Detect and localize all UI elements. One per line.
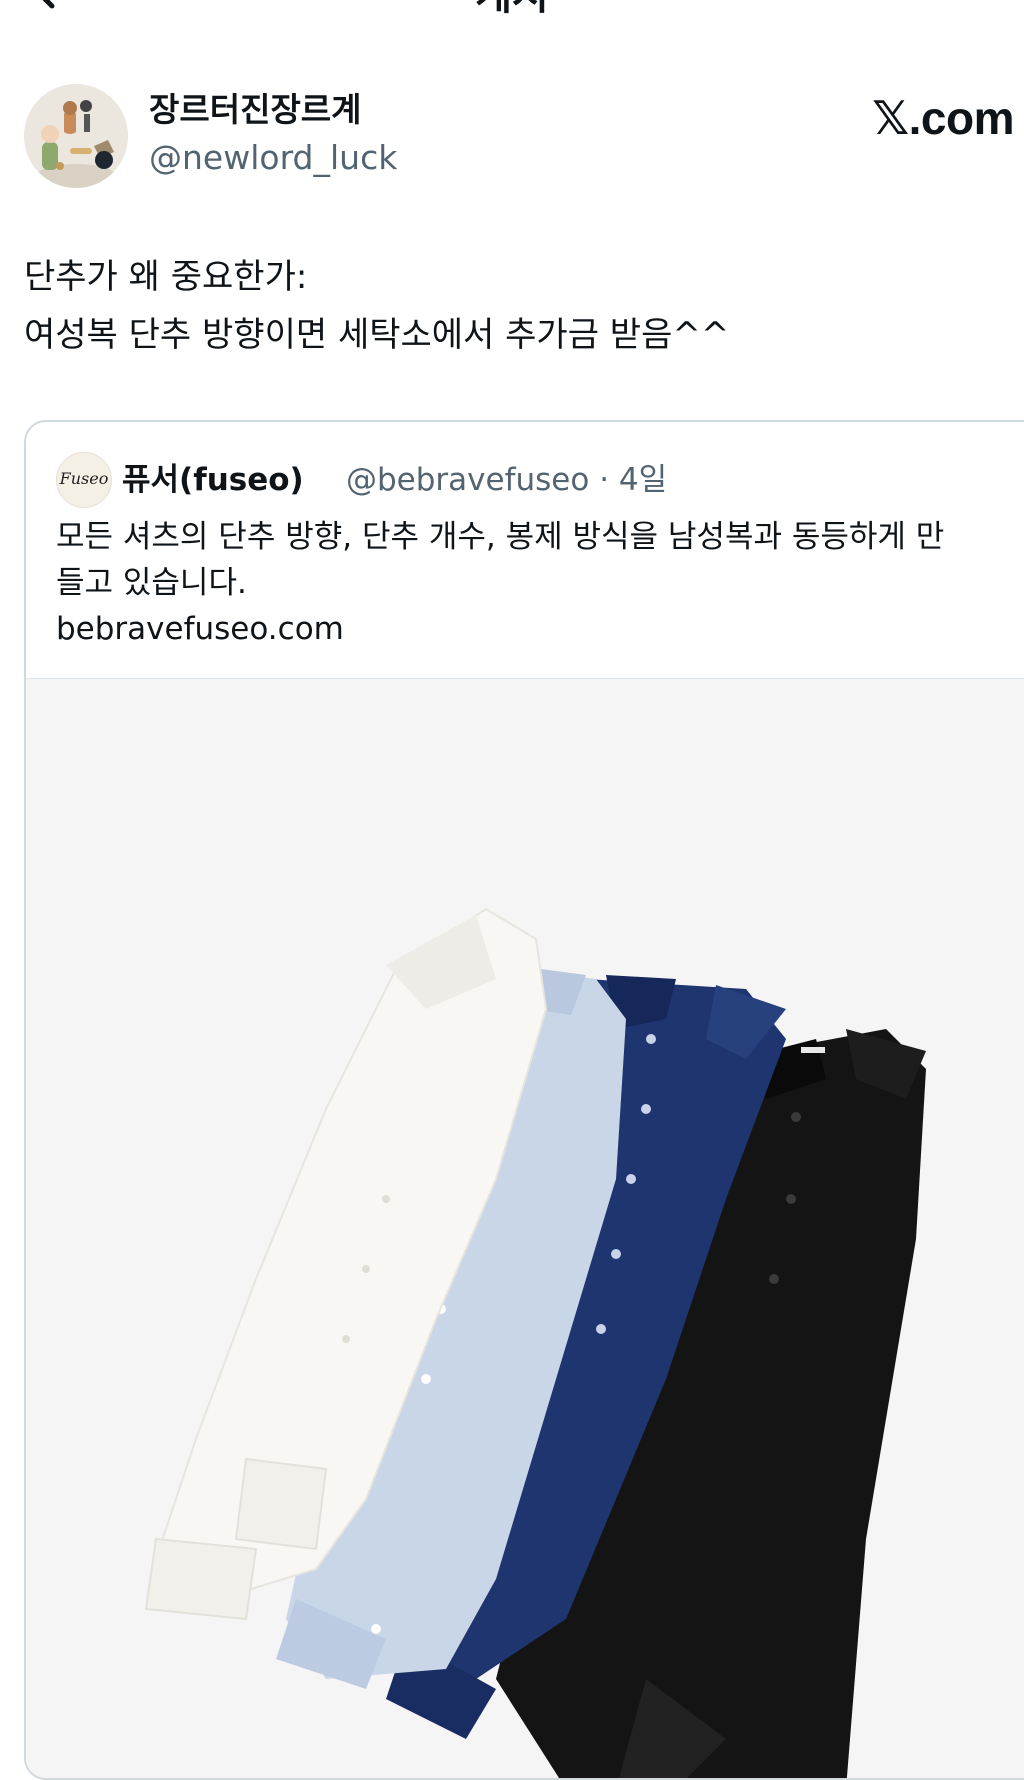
quoted-tweet-header: Fuseo 퓨서(fuseo) @bebravefuseo · 4일 (56, 452, 1024, 508)
author-display-name[interactable]: 장르터진장르계 (149, 88, 362, 132)
tweet-author: 장르터진장르계 @newlord_luck 𝕏.com (24, 84, 1014, 188)
fuseo-logo: Fuseo (59, 469, 109, 488)
tweet-line: 여성복 단추 방향이면 세탁소에서 추가금 받음^^ (24, 315, 730, 355)
tweet-line: 단추가 왜 중요한가: (24, 257, 308, 297)
quoted-line: 들고 있습니다. (56, 565, 247, 601)
page-title: 게시 (0, 0, 1024, 20)
quoted-tweet-card[interactable]: Fuseo 퓨서(fuseo) @bebravefuseo · 4일 모든 셔츠… (24, 420, 1024, 1780)
top-navigation: 게시 (0, 0, 1024, 20)
quoted-display-name[interactable]: 퓨서(fuseo) (122, 458, 304, 502)
quoted-link[interactable]: bebravefuseo.com (56, 606, 1016, 652)
tweet-text: 단추가 왜 중요한가: 여성복 단추 방향이면 세탁소에서 추가금 받음^^ (24, 248, 984, 364)
x-logo: 𝕏.com (872, 92, 1014, 144)
author-handle[interactable]: @newlord_luck (149, 136, 397, 180)
cartoon-avatar-image (24, 84, 128, 188)
quoted-line: 모든 셔츠의 단추 방향, 단추 개수, 봉제 방식을 남성복과 동등하게 만 (56, 519, 945, 555)
avatar[interactable] (24, 84, 128, 188)
quoted-tweet-text: 모든 셔츠의 단추 방향, 단추 개수, 봉제 방식을 남성복과 동등하게 만 … (56, 514, 1016, 652)
product-photo[interactable] (26, 678, 1024, 1778)
quoted-handle-time: @bebravefuseo · 4일 (346, 462, 668, 498)
quoted-avatar[interactable]: Fuseo (56, 452, 112, 508)
shirts-illustration (26, 679, 1024, 1778)
